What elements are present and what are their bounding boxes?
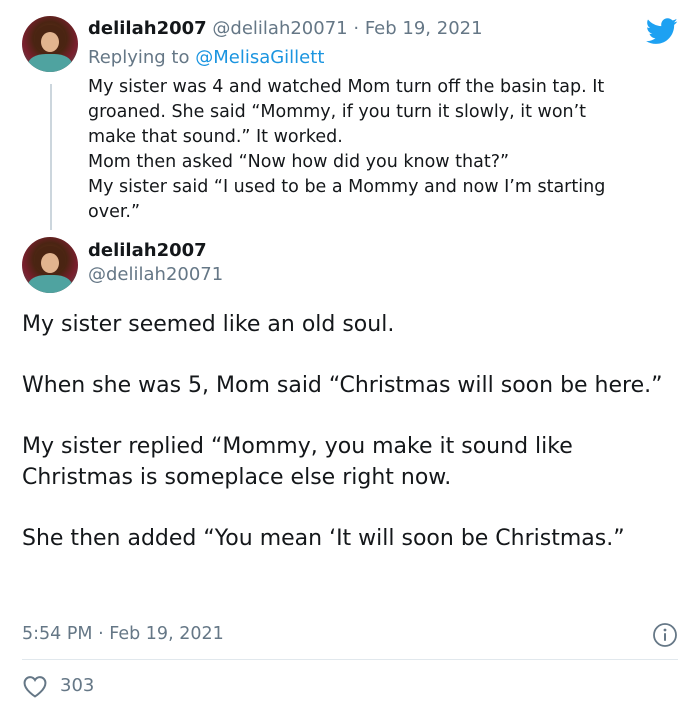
tweet-date: Feb 19, 2021 — [109, 624, 224, 644]
reply-author-name[interactable]: delilah2007 — [88, 18, 207, 39]
replying-to-label: Replying to — [88, 47, 190, 68]
main-author-avatar[interactable] — [22, 237, 78, 293]
thread-connector-line — [50, 84, 52, 230]
replying-to-line: Replying to @MelisaGillett — [88, 47, 324, 68]
replying-to-mention[interactable]: @MelisaGillett — [195, 47, 324, 68]
reply-author-avatar[interactable] — [22, 16, 78, 72]
footer-divider — [22, 659, 678, 660]
reply-author-handle[interactable]: @delilah20071 — [212, 18, 347, 39]
like-count[interactable]: 303 — [60, 675, 94, 696]
reply-tweet-text: My sister was 4 and watched Mom turn off… — [88, 77, 606, 222]
twitter-bird-icon[interactable] — [646, 18, 678, 45]
main-author-name[interactable]: delilah2007 — [88, 240, 207, 261]
heart-icon[interactable] — [22, 675, 48, 698]
main-author-handle[interactable]: @delilah20071 — [88, 264, 223, 285]
header-separator: · — [353, 18, 360, 39]
tweet-paragraph: When she was 5, Mom said “Christmas will… — [22, 373, 663, 398]
timestamp-separator: · — [98, 624, 104, 644]
tweet-timestamp[interactable]: 5:54 PM · Feb 19, 2021 — [22, 624, 224, 644]
reply-tweet-header: delilah2007 @delilah20071 · Feb 19, 2021 — [88, 18, 483, 39]
reply-tweet-date[interactable]: Feb 19, 2021 — [365, 18, 483, 39]
info-icon[interactable] — [652, 622, 678, 648]
tweet-time: 5:54 PM — [22, 624, 93, 644]
tweet-paragraph: She then added “You mean ‘It will soon b… — [22, 526, 625, 551]
tweet-paragraph: My sister seemed like an old soul. — [22, 312, 395, 337]
main-tweet-text: My sister seemed like an old soul. When … — [22, 309, 672, 554]
tweet-paragraph: My sister replied “Mommy, you make it so… — [22, 434, 573, 490]
